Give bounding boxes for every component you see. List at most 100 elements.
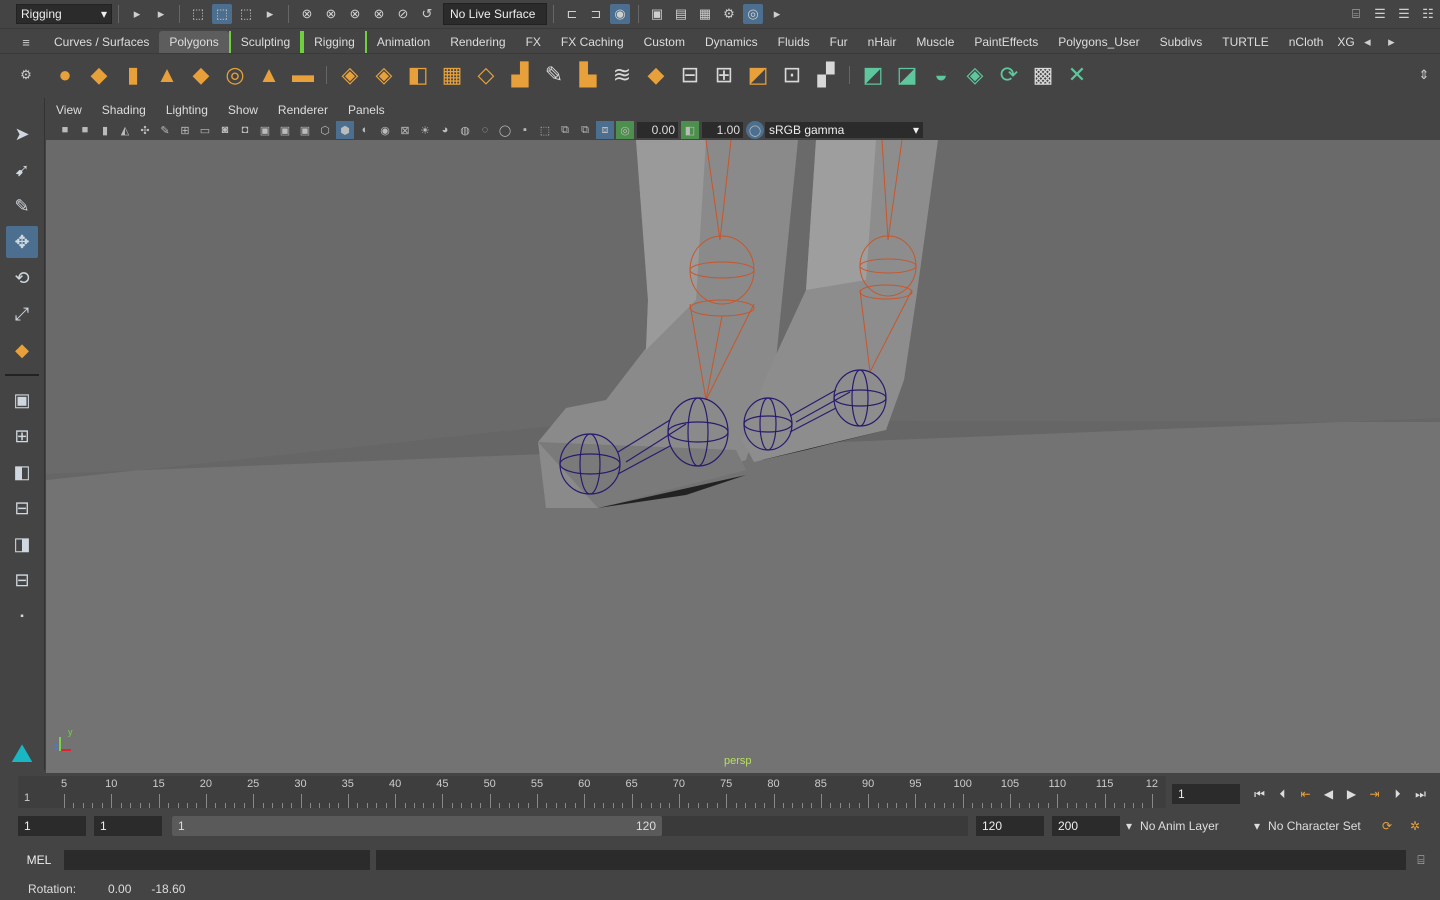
smooth-shade-icon[interactable]: ⬢: [336, 121, 354, 139]
poly-pipe-icon[interactable]: ▬: [288, 60, 318, 90]
range-slider-bar[interactable]: 1 120: [172, 816, 662, 836]
poly-plane-icon[interactable]: ◆: [186, 60, 216, 90]
step-forward-key-button[interactable]: ⏵: [1386, 784, 1409, 804]
poly-torus-icon[interactable]: ◎: [220, 60, 250, 90]
command-input[interactable]: [64, 850, 370, 870]
safe-title-icon[interactable]: ▣: [296, 121, 314, 139]
snap-point-icon[interactable]: ⊗: [345, 4, 365, 24]
render-settings-icon[interactable]: ⚙: [719, 4, 739, 24]
tab-animation[interactable]: Animation: [367, 31, 440, 53]
select-tool-icon[interactable]: ➤: [6, 118, 38, 150]
xray-components-icon[interactable]: ⧈: [596, 121, 614, 139]
combine-icon[interactable]: ◈: [335, 60, 365, 90]
persp-outliner-icon[interactable]: ◧: [6, 456, 38, 488]
persp-graph-icon[interactable]: ⊟: [6, 492, 38, 524]
live-surface-field[interactable]: No Live Surface: [443, 3, 547, 25]
shelf-menu-icon[interactable]: ≡: [16, 32, 36, 52]
four-view-icon[interactable]: ⊞: [6, 420, 38, 452]
offset-edge-loop-icon[interactable]: ⊞: [709, 60, 739, 90]
gate-mask-icon[interactable]: ◘: [236, 121, 254, 139]
auto-key-icon[interactable]: ⟳: [1382, 816, 1402, 836]
mirror-icon[interactable]: ◧: [403, 60, 433, 90]
step-back-key-button[interactable]: ⏴: [1271, 784, 1294, 804]
camera-attributes-icon[interactable]: ■: [76, 121, 94, 139]
expand-arrow-icon[interactable]: ▸: [767, 4, 787, 24]
make-live-icon[interactable]: ⊘: [393, 4, 413, 24]
tab-painteffects[interactable]: PaintEffects: [964, 31, 1048, 53]
menu-show[interactable]: Show: [218, 103, 268, 117]
field-chart-icon[interactable]: ▣: [256, 121, 274, 139]
snap-view-plane-icon[interactable]: ⊗: [369, 4, 389, 24]
paint-select-tool-icon[interactable]: ✎: [6, 190, 38, 222]
tab-turtle[interactable]: TURTLE: [1212, 31, 1278, 53]
uv-automatic-icon[interactable]: ◈: [960, 60, 990, 90]
expand-arrow-icon[interactable]: ▸: [151, 4, 171, 24]
gamma-field[interactable]: 1.00: [702, 122, 743, 138]
depth-of-field-icon[interactable]: ▪: [516, 121, 534, 139]
go-to-start-button[interactable]: ⏮: [1248, 784, 1271, 804]
gamma-icon[interactable]: ◧: [681, 121, 699, 139]
safe-action-icon[interactable]: ▣: [276, 121, 294, 139]
move-tool-icon[interactable]: ✥: [6, 226, 38, 258]
menu-set-dropdown[interactable]: Rigging ▾: [16, 4, 112, 24]
end-time-field[interactable]: 200: [1052, 816, 1120, 836]
perspective-viewport[interactable]: y z persp: [46, 140, 1440, 773]
poly-sphere-icon[interactable]: ●: [50, 60, 80, 90]
expand-arrow-icon[interactable]: ▸: [127, 4, 147, 24]
single-view-icon[interactable]: ▣: [6, 384, 38, 416]
snap-grid-icon[interactable]: ⊗: [297, 4, 317, 24]
tab-rendering[interactable]: Rendering: [440, 31, 515, 53]
tool-settings-icon[interactable]: ☰: [1394, 4, 1414, 24]
select-object-icon[interactable]: ⬚: [212, 4, 232, 24]
start-time-field[interactable]: 1: [18, 816, 86, 836]
uv-layout-icon[interactable]: ✕: [1062, 60, 1092, 90]
xray-icon[interactable]: ⧉: [556, 121, 574, 139]
render-view-icon[interactable]: ▣: [647, 4, 667, 24]
character-set-dropdown[interactable]: ▾ No Character Set: [1254, 816, 1380, 836]
gear-icon[interactable]: ⚙: [16, 65, 36, 85]
tab-fluids[interactable]: Fluids: [768, 31, 820, 53]
multisample-aa-icon[interactable]: ◯: [496, 121, 514, 139]
go-to-end-button[interactable]: ⏭: [1409, 784, 1432, 804]
tab-custom[interactable]: Custom: [634, 31, 695, 53]
time-slider[interactable]: 1 5 10 15 20 25 30 35 40 45 50 55 60 65 70 75 80 85 90 95 10…: [18, 776, 1166, 808]
menu-lighting[interactable]: Lighting: [156, 103, 218, 117]
separate-icon[interactable]: ◈: [369, 60, 399, 90]
hypershade-persp-icon[interactable]: ◨: [6, 528, 38, 560]
use-all-lights-icon[interactable]: ☀: [416, 121, 434, 139]
tab-xgen[interactable]: XG: [1333, 31, 1355, 53]
exposure-icon[interactable]: ◎: [616, 121, 634, 139]
uv-editor-icon[interactable]: ⟳: [994, 60, 1024, 90]
multi-cut-icon[interactable]: ✎: [539, 60, 569, 90]
workspace-icon[interactable]: ⌸: [1346, 4, 1366, 24]
uv-spherical-icon[interactable]: ◒: [926, 60, 956, 90]
film-gate-icon[interactable]: ▭: [196, 121, 214, 139]
smooth-icon[interactable]: ▦: [437, 60, 467, 90]
tab-polygons-user[interactable]: Polygons_User: [1048, 31, 1149, 53]
motion-blur-icon[interactable]: ◌: [476, 121, 494, 139]
snap-curve-icon[interactable]: ⊗: [321, 4, 341, 24]
step-back-frame-button[interactable]: ⇤: [1294, 784, 1317, 804]
tab-rigging[interactable]: Rigging: [302, 31, 367, 53]
bevel-icon[interactable]: ◆: [641, 60, 671, 90]
tab-curves-surfaces[interactable]: Curves / Surfaces: [44, 31, 159, 53]
color-space-dropdown[interactable]: sRGB gamma ▾: [765, 122, 923, 138]
hypershade-icon[interactable]: ◎: [743, 4, 763, 24]
color-management-icon[interactable]: ◯: [746, 121, 764, 139]
channel-box-icon[interactable]: ☷: [1418, 4, 1438, 24]
menu-renderer[interactable]: Renderer: [268, 103, 338, 117]
uv-planar-icon[interactable]: ◩: [858, 60, 888, 90]
tab-fx-caching[interactable]: FX Caching: [551, 31, 634, 53]
output-ops-icon[interactable]: ⊐: [586, 4, 606, 24]
more-layouts-icon[interactable]: ▪: [6, 600, 38, 632]
play-backwards-button[interactable]: ◀: [1317, 784, 1340, 804]
last-tool-icon[interactable]: ◆: [6, 334, 38, 366]
boolean-icon[interactable]: ◇: [471, 60, 501, 90]
wireframe-on-shaded-icon[interactable]: ◉: [376, 121, 394, 139]
construction-history-icon[interactable]: ◉: [610, 4, 630, 24]
screen-space-ao-icon[interactable]: ◍: [456, 121, 474, 139]
scroll-left-icon[interactable]: ◂: [1357, 32, 1377, 52]
menu-shading[interactable]: Shading: [92, 103, 156, 117]
current-frame-field[interactable]: 1: [1172, 784, 1240, 804]
uv-cylindrical-icon[interactable]: ◪: [892, 60, 922, 90]
